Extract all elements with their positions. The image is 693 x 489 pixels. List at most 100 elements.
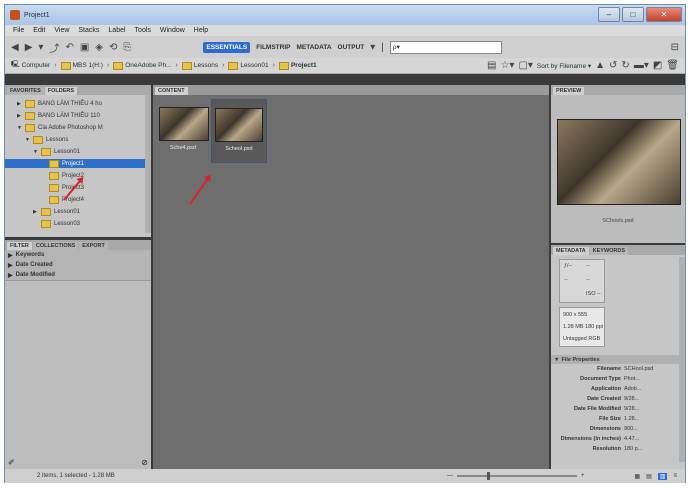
back-icon[interactable]: ◀	[11, 42, 19, 53]
return-icon[interactable]: ↶	[65, 42, 73, 53]
filter-date-modified[interactable]: ▶ Date Modified	[5, 270, 151, 281]
metadata-row: Resolution 180 p...	[551, 446, 671, 455]
app-window: Project1 – □ ✕ File Edit View Stacks Lab…	[4, 4, 686, 483]
folder-icon	[278, 61, 289, 70]
workspace-output[interactable]: OUTPUT	[338, 44, 365, 51]
workspace-menu-icon[interactable]: ▾	[370, 42, 375, 53]
minimize-button[interactable]: –	[598, 7, 620, 22]
menu-tools[interactable]: Tools	[135, 27, 151, 34]
filter-items-icon[interactable]: ☆▾	[500, 60, 514, 71]
menu-window[interactable]: Window	[160, 27, 185, 34]
workspace-essentials[interactable]: ESSENTIALS	[203, 41, 251, 53]
camera-flash: --	[586, 277, 590, 283]
output-icon[interactable]: ⎘	[123, 42, 131, 53]
metadata-value: 180 p...	[624, 446, 643, 452]
view-thumbnails-icon[interactable]: ▥	[657, 472, 668, 480]
zoom-out-icon[interactable]: —	[447, 473, 453, 479]
crumb-project1[interactable]: Project1	[278, 61, 317, 70]
menu-stacks[interactable]: Stacks	[78, 27, 99, 34]
close-button[interactable]: ✕	[646, 7, 682, 22]
tree-item[interactable]: ▼ Lesson01	[33, 147, 80, 156]
camera-exposure: --	[564, 277, 568, 283]
new-folder-button-icon[interactable]: ◩	[653, 60, 662, 71]
tree-item[interactable]: ▶ Lesson01	[33, 207, 80, 216]
tree-item-label: Project1	[62, 160, 85, 167]
expand-toggle-icon[interactable]: ▼	[33, 149, 38, 155]
view-list-icon[interactable]: ≡	[673, 473, 677, 479]
folder-icon	[49, 195, 59, 204]
compact-mode-icon[interactable]: ⊟	[671, 42, 679, 53]
open-recent-file-icon[interactable]: ▬▾	[634, 60, 649, 71]
new-folder-icon[interactable]: ▢▾	[518, 60, 532, 71]
crumb-drive[interactable]: MBS 1(H:)	[60, 61, 103, 70]
maximize-button[interactable]: □	[622, 7, 644, 22]
expand-toggle-icon[interactable]: ▶	[33, 209, 38, 215]
expand-toggle-icon[interactable]: ▶	[17, 101, 22, 107]
menu-label[interactable]: Label	[108, 27, 125, 34]
menu-view[interactable]: View	[54, 27, 69, 34]
zoom-in-icon[interactable]: +	[581, 473, 585, 479]
expand-toggle-icon[interactable]: ▶	[17, 113, 22, 119]
tab-export[interactable]: EXPORT	[79, 242, 108, 250]
crumb-computer[interactable]: 🖳 Computer	[11, 60, 50, 71]
metadata-value: Phot...	[624, 376, 640, 382]
folder-icon	[49, 159, 59, 168]
rotate-right-icon[interactable]: ↻	[621, 60, 629, 71]
tree-item[interactable]: ▼ Cla Adobe Photoshop M	[17, 123, 103, 132]
tab-metadata[interactable]: METADATA	[553, 247, 589, 255]
metadata-value: 9/28...	[624, 406, 640, 412]
metadata-key: File Size	[598, 416, 621, 422]
tab-preview[interactable]: PREVIEW	[553, 87, 585, 95]
slider-handle[interactable]	[486, 472, 490, 480]
thumbnail-size-slider[interactable]	[456, 472, 577, 480]
tab-content[interactable]: CONTENT	[155, 87, 188, 95]
refine-icon[interactable]: ◈	[95, 42, 103, 53]
tree-item[interactable]: Lesson03	[33, 219, 80, 228]
crumb-label: Project1	[290, 62, 317, 69]
menu-edit[interactable]: Edit	[33, 27, 45, 34]
tab-filter[interactable]: FILTER	[7, 242, 32, 250]
tree-item[interactable]: ▼ Lessons	[25, 135, 68, 144]
tree-item[interactable]: ▶ BANG LÄM THIÊU 4 ho	[17, 99, 102, 108]
folder-icon	[228, 61, 239, 70]
crumb-adobe[interactable]: OneAdobe Ph...	[113, 61, 172, 70]
tree-scrollbar[interactable]	[145, 95, 151, 233]
folder-icon	[25, 123, 35, 132]
expand-toggle-icon[interactable]: ▼	[17, 125, 22, 131]
workspace-metadata[interactable]: METADATA	[297, 44, 332, 51]
recent-icon[interactable]: ▾	[38, 42, 43, 53]
crumb-lesson01[interactable]: Lesson01	[228, 61, 269, 70]
sort-direction-icon[interactable]: ▲	[595, 60, 605, 71]
workspace-filmstrip[interactable]: FILMSTRIP	[256, 44, 290, 51]
metadata-scrollbar[interactable]	[679, 257, 685, 462]
tab-collections[interactable]: COLLECTIONS	[32, 242, 79, 250]
crumb-label: Lesson01	[240, 62, 269, 69]
menu-help[interactable]: Help	[194, 27, 208, 34]
rotate-left-icon[interactable]: ↺	[609, 60, 617, 71]
menu-file[interactable]: File	[13, 27, 24, 34]
thumbnail-item-selected[interactable]: Scheol.psd	[211, 99, 267, 163]
forward-icon[interactable]: ▶	[25, 42, 33, 53]
tree-item-label: Cla Adobe Photoshop M	[38, 124, 103, 131]
camera-icon[interactable]: ▣	[80, 42, 89, 53]
pin-icon[interactable]: ✐	[8, 458, 15, 467]
view-details-icon[interactable]: ▤	[646, 473, 652, 480]
tree-item-label: Lesson01	[54, 208, 81, 215]
file-properties-header[interactable]: ▼ File Properties	[551, 355, 679, 364]
tab-favorites[interactable]: FAVORITES	[7, 87, 44, 95]
view-grid-icon[interactable]: ▦	[634, 473, 640, 480]
open-recent-icon[interactable]: ⟲	[109, 42, 117, 53]
favorites-icon[interactable]: ⤴	[49, 40, 59, 55]
delete-icon[interactable]: 🗑	[666, 60, 679, 71]
tab-folders[interactable]: FOLDERS	[44, 87, 78, 95]
thumbnail-item[interactable]: Sche4.psd	[157, 103, 209, 159]
search-input[interactable]: ρ▾	[389, 40, 502, 54]
sort-dropdown[interactable]: Sort by Filename ▾	[537, 62, 591, 70]
quality-icon[interactable]: ▤	[487, 60, 496, 71]
tree-item[interactable]: Project1	[5, 159, 145, 168]
expand-toggle-icon[interactable]: ▼	[25, 137, 30, 143]
tree-item[interactable]: ▶ BANG LÄM THIÊU 110	[17, 111, 100, 120]
tab-keywords[interactable]: KEYWORDS	[589, 247, 629, 255]
clear-filter-icon[interactable]: ⊘	[141, 458, 148, 467]
crumb-lessons[interactable]: Lessons	[181, 61, 218, 70]
